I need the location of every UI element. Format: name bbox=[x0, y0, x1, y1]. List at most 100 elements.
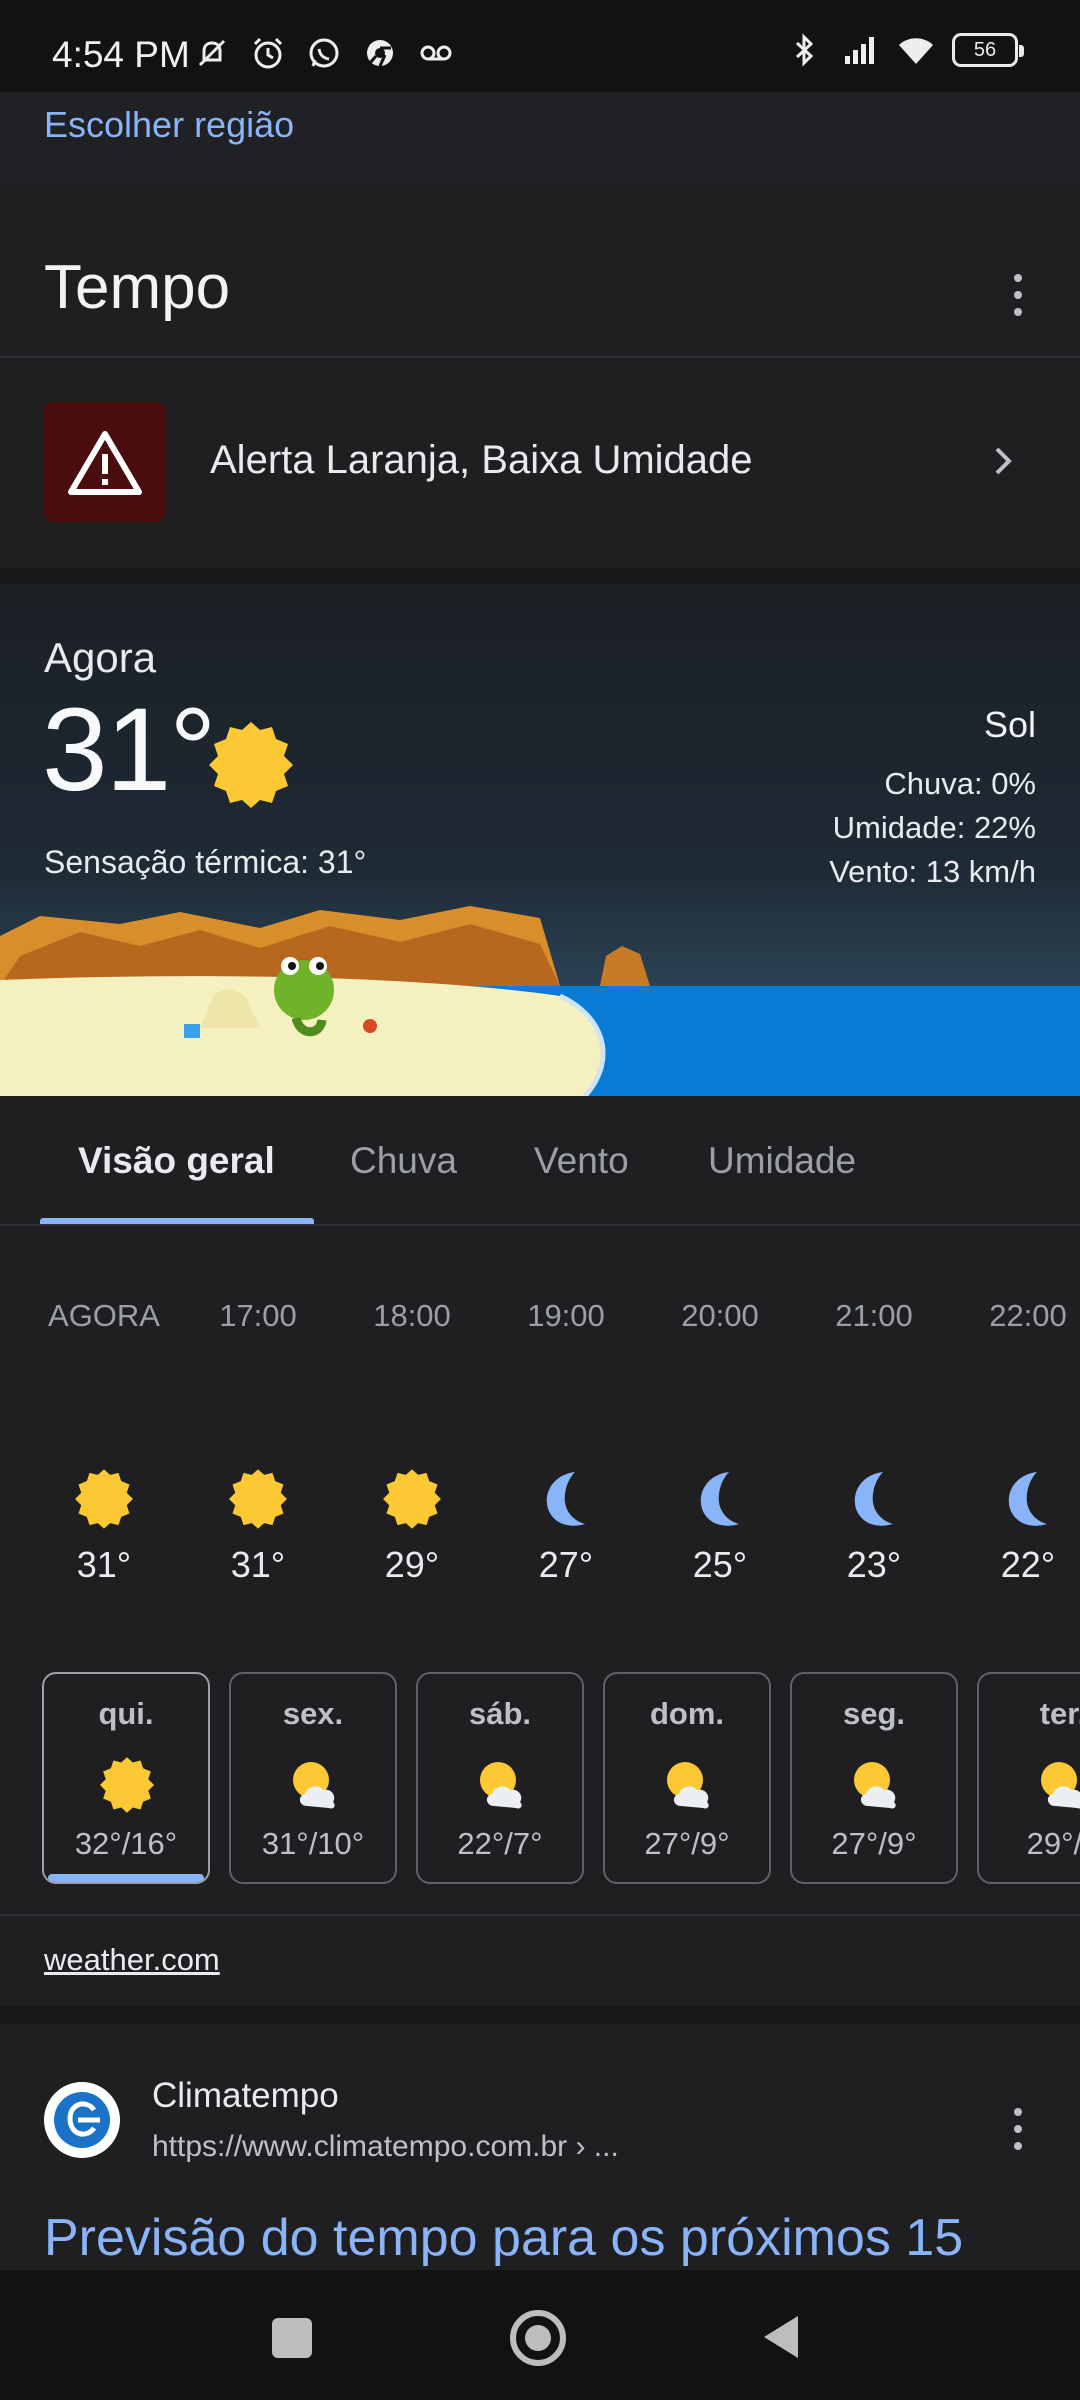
battery-level: 56 bbox=[973, 38, 997, 61]
hour-temp: 27° bbox=[538, 1544, 594, 1585]
divider bbox=[0, 1914, 1080, 1916]
alert-icon-box bbox=[44, 402, 166, 522]
site-favicon bbox=[44, 2082, 120, 2158]
day-range: 22°/7° bbox=[457, 1826, 543, 1861]
sun-icon bbox=[75, 1469, 133, 1529]
feels-like: Sensação térmica: 31° bbox=[44, 844, 367, 880]
notification-icons bbox=[192, 33, 456, 73]
wifi-icon bbox=[899, 38, 933, 64]
weather-card: Tempo Alerta Laranja, Baixa Umidade Agor… bbox=[0, 200, 1080, 2005]
moon-icon bbox=[700, 1472, 739, 1526]
day-range: 31°/10° bbox=[261, 1826, 365, 1861]
tab-overview[interactable]: Visão geral bbox=[78, 1140, 275, 1182]
condition: Sol bbox=[983, 704, 1036, 745]
muted-icon bbox=[198, 39, 226, 67]
hour-time: 22:00 bbox=[989, 1298, 1067, 1333]
moon-icon bbox=[546, 1472, 585, 1526]
navigation-bar bbox=[0, 2270, 1080, 2400]
section-gap bbox=[0, 568, 1080, 584]
search-result: Climatempo https://www.climatempo.com.br… bbox=[0, 2024, 1080, 2276]
bluetooth-icon bbox=[795, 33, 814, 67]
warning-icon bbox=[68, 431, 142, 495]
tab-wind[interactable]: Vento bbox=[534, 1140, 629, 1182]
day-range: 29°/1 bbox=[1026, 1826, 1080, 1861]
choose-region-link[interactable]: Escolher região bbox=[44, 104, 294, 146]
voicemail-icon bbox=[420, 45, 452, 61]
climatempo-logo-icon bbox=[54, 2092, 110, 2148]
day-name: ter. bbox=[1039, 1696, 1080, 1731]
day-card[interactable]: seg. 27°/9° bbox=[790, 1672, 958, 1884]
day-name: sex. bbox=[282, 1696, 344, 1731]
more-options-icon[interactable] bbox=[1012, 274, 1024, 316]
day-name: sáb. bbox=[468, 1696, 532, 1731]
wind-stat: Vento: 13 km/h bbox=[829, 854, 1036, 889]
recents-button[interactable] bbox=[272, 2318, 312, 2358]
day-range: 27°/9° bbox=[831, 1826, 917, 1861]
region-strip: Escolher região bbox=[0, 92, 1080, 182]
sun-icon bbox=[99, 1757, 155, 1813]
sun-icon bbox=[383, 1469, 441, 1529]
partly-cloudy-icon bbox=[1041, 1762, 1080, 1809]
alert-text: Alerta Laranja, Baixa Umidade bbox=[210, 438, 753, 482]
current-temperature: 31° bbox=[42, 684, 216, 816]
site-url: https://www.climatempo.com.br › ... bbox=[152, 2130, 619, 2163]
humidity-stat: Umidade: 22% bbox=[832, 810, 1036, 845]
chevron-right-icon bbox=[995, 447, 1012, 475]
sun-icon bbox=[229, 1469, 287, 1529]
hour-temp: 22° bbox=[1000, 1544, 1056, 1585]
day-card[interactable]: sex. 31°/10° bbox=[229, 1672, 397, 1884]
hour-time: AGORA bbox=[48, 1298, 160, 1333]
hour-time: 18:00 bbox=[373, 1298, 451, 1333]
alarm-icon bbox=[253, 37, 283, 69]
status-bar: 4:54 PM 56 bbox=[0, 0, 1080, 92]
hour-time: 17:00 bbox=[219, 1298, 297, 1333]
hour-temp: 31° bbox=[76, 1544, 132, 1585]
site-name: Climatempo bbox=[152, 2076, 339, 2115]
partly-cloudy-icon bbox=[480, 1762, 522, 1809]
back-button[interactable] bbox=[758, 2312, 802, 2362]
chrome-icon bbox=[367, 40, 393, 67]
now-label: Agora bbox=[44, 634, 157, 681]
day-name: dom. bbox=[649, 1696, 725, 1731]
source-link[interactable]: weather.com bbox=[44, 1942, 220, 1978]
home-button[interactable] bbox=[508, 2308, 568, 2368]
day-card[interactable]: ter. 29°/1 bbox=[977, 1672, 1080, 1884]
sun-icon bbox=[209, 722, 293, 808]
partly-cloudy-icon bbox=[854, 1762, 896, 1809]
battery-icon: 56 bbox=[952, 33, 1024, 67]
hour-temp: 23° bbox=[846, 1544, 902, 1585]
day-name: seg. bbox=[842, 1696, 906, 1731]
hour-temp: 31° bbox=[230, 1544, 286, 1585]
tabs-divider bbox=[0, 1224, 1080, 1226]
weather-tabs: Visão geral Chuva Vento Umidade bbox=[0, 1096, 1080, 1226]
status-time: 4:54 PM bbox=[52, 34, 190, 75]
day-range: 27°/9° bbox=[644, 1826, 730, 1861]
system-icons: 56 bbox=[784, 30, 1024, 70]
moon-icon bbox=[1008, 1472, 1047, 1526]
weather-alert[interactable]: Alerta Laranja, Baixa Umidade bbox=[0, 358, 1080, 566]
card-title: Tempo bbox=[44, 253, 231, 322]
partly-cloudy-icon bbox=[667, 1762, 709, 1809]
whatsapp-icon bbox=[309, 38, 339, 68]
hour-time: 21:00 bbox=[835, 1298, 913, 1333]
tab-rain[interactable]: Chuva bbox=[350, 1140, 457, 1182]
day-card[interactable]: dom. 27°/9° bbox=[603, 1672, 771, 1884]
day-range: 32°/16° bbox=[74, 1826, 178, 1861]
signal-icon bbox=[845, 37, 874, 64]
current-weather-hero: Agora 31° Sensação térmica: 31° Sol Chuv… bbox=[0, 584, 1080, 1096]
more-options-icon[interactable] bbox=[1012, 2108, 1024, 2150]
day-name: qui. bbox=[98, 1696, 154, 1731]
selected-day-indicator bbox=[48, 1874, 204, 1882]
beach-illustration bbox=[0, 906, 1080, 1096]
hour-time: 20:00 bbox=[681, 1298, 759, 1333]
day-card[interactable]: qui. 32°/16° bbox=[42, 1672, 210, 1884]
section-gap bbox=[0, 2006, 1080, 2024]
rain-stat: Chuva: 0% bbox=[884, 766, 1036, 801]
tab-humidity[interactable]: Umidade bbox=[708, 1140, 856, 1182]
day-card[interactable]: sáb. 22°/7° bbox=[416, 1672, 584, 1884]
partly-cloudy-icon bbox=[293, 1762, 335, 1809]
result-title-link[interactable]: Previsão do tempo para os próximos 15 bbox=[44, 2208, 963, 2268]
hour-time: 19:00 bbox=[527, 1298, 605, 1333]
hour-temp: 25° bbox=[692, 1544, 748, 1585]
moon-icon bbox=[854, 1472, 893, 1526]
